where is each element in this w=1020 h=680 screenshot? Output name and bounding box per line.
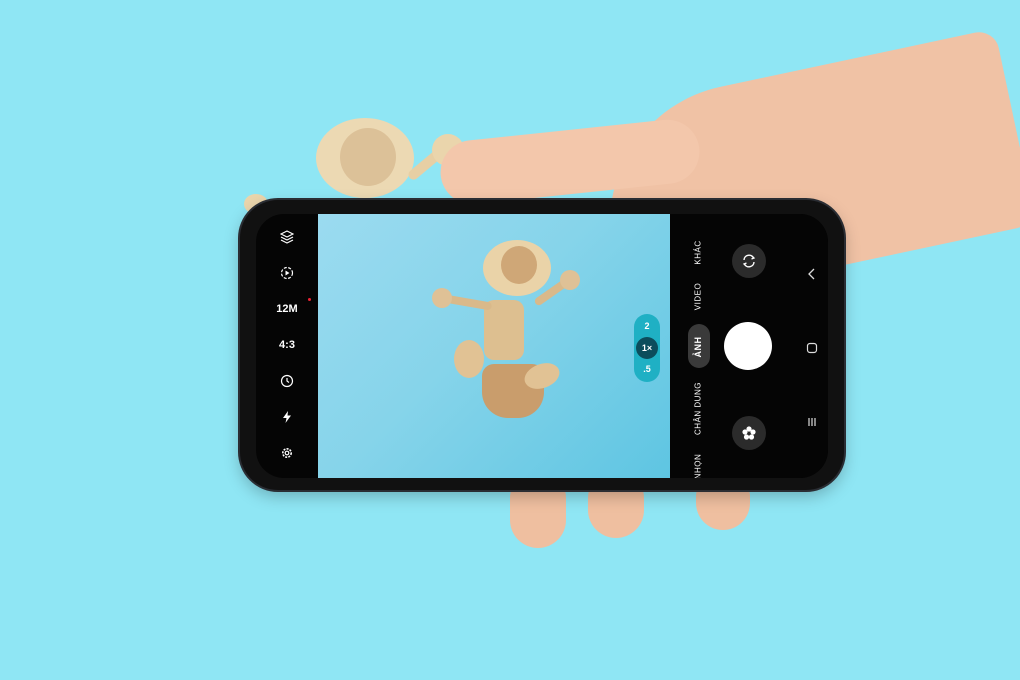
home-button[interactable] bbox=[804, 340, 820, 356]
switch-camera-icon bbox=[742, 254, 756, 268]
figurine-hat-crown bbox=[501, 246, 537, 284]
gear-icon bbox=[282, 448, 292, 458]
camera-left-toolbar: 12M 4:3 bbox=[256, 214, 318, 478]
camera-controls-panel: KHÁC VIDEO ẢNH CHÂN DUNG NHỌN bbox=[670, 214, 828, 478]
layers-icon bbox=[280, 230, 294, 244]
mode-night[interactable]: NHỌN bbox=[694, 437, 703, 478]
resolution-indicator-dot bbox=[308, 298, 311, 301]
zoom-option-selected[interactable]: 1× bbox=[636, 337, 658, 359]
back-button[interactable] bbox=[804, 266, 820, 282]
recents-icon bbox=[808, 418, 816, 426]
recents-button[interactable] bbox=[804, 414, 820, 430]
zoom-option-2x[interactable]: 2 bbox=[634, 321, 660, 331]
zoom-selector: 2 1× .5 bbox=[634, 314, 660, 382]
chevron-left-icon bbox=[808, 268, 815, 280]
timer-icon bbox=[280, 374, 294, 388]
figurine-disc bbox=[454, 340, 484, 378]
shutter-button[interactable] bbox=[724, 322, 772, 370]
camera-screen: 12M 4:3 2 1× .5 KHÁC VIDEO ẢNH CHÂN DUNG… bbox=[256, 214, 828, 478]
flash-icon bbox=[283, 411, 291, 423]
effects-button[interactable] bbox=[732, 416, 766, 450]
aspect-ratio-button[interactable]: 4:3 bbox=[256, 339, 318, 351]
background-figurine-hat-top bbox=[340, 128, 396, 186]
switch-camera-button[interactable] bbox=[732, 244, 766, 278]
home-square-icon bbox=[806, 342, 818, 354]
flash-button[interactable] bbox=[256, 410, 318, 424]
motion-photo-button[interactable] bbox=[256, 266, 318, 280]
timer-button[interactable] bbox=[256, 374, 318, 388]
settings-button[interactable] bbox=[256, 446, 318, 460]
motion-photo-icon bbox=[280, 266, 294, 280]
filters-button[interactable] bbox=[256, 230, 318, 244]
figurine-hand bbox=[560, 270, 580, 290]
zoom-option-0-5x[interactable]: .5 bbox=[634, 364, 660, 374]
resolution-button[interactable]: 12M bbox=[256, 303, 318, 315]
flower-icon bbox=[742, 426, 756, 440]
camera-viewfinder[interactable]: 2 1× .5 bbox=[318, 214, 670, 478]
figurine-hand bbox=[432, 288, 452, 308]
